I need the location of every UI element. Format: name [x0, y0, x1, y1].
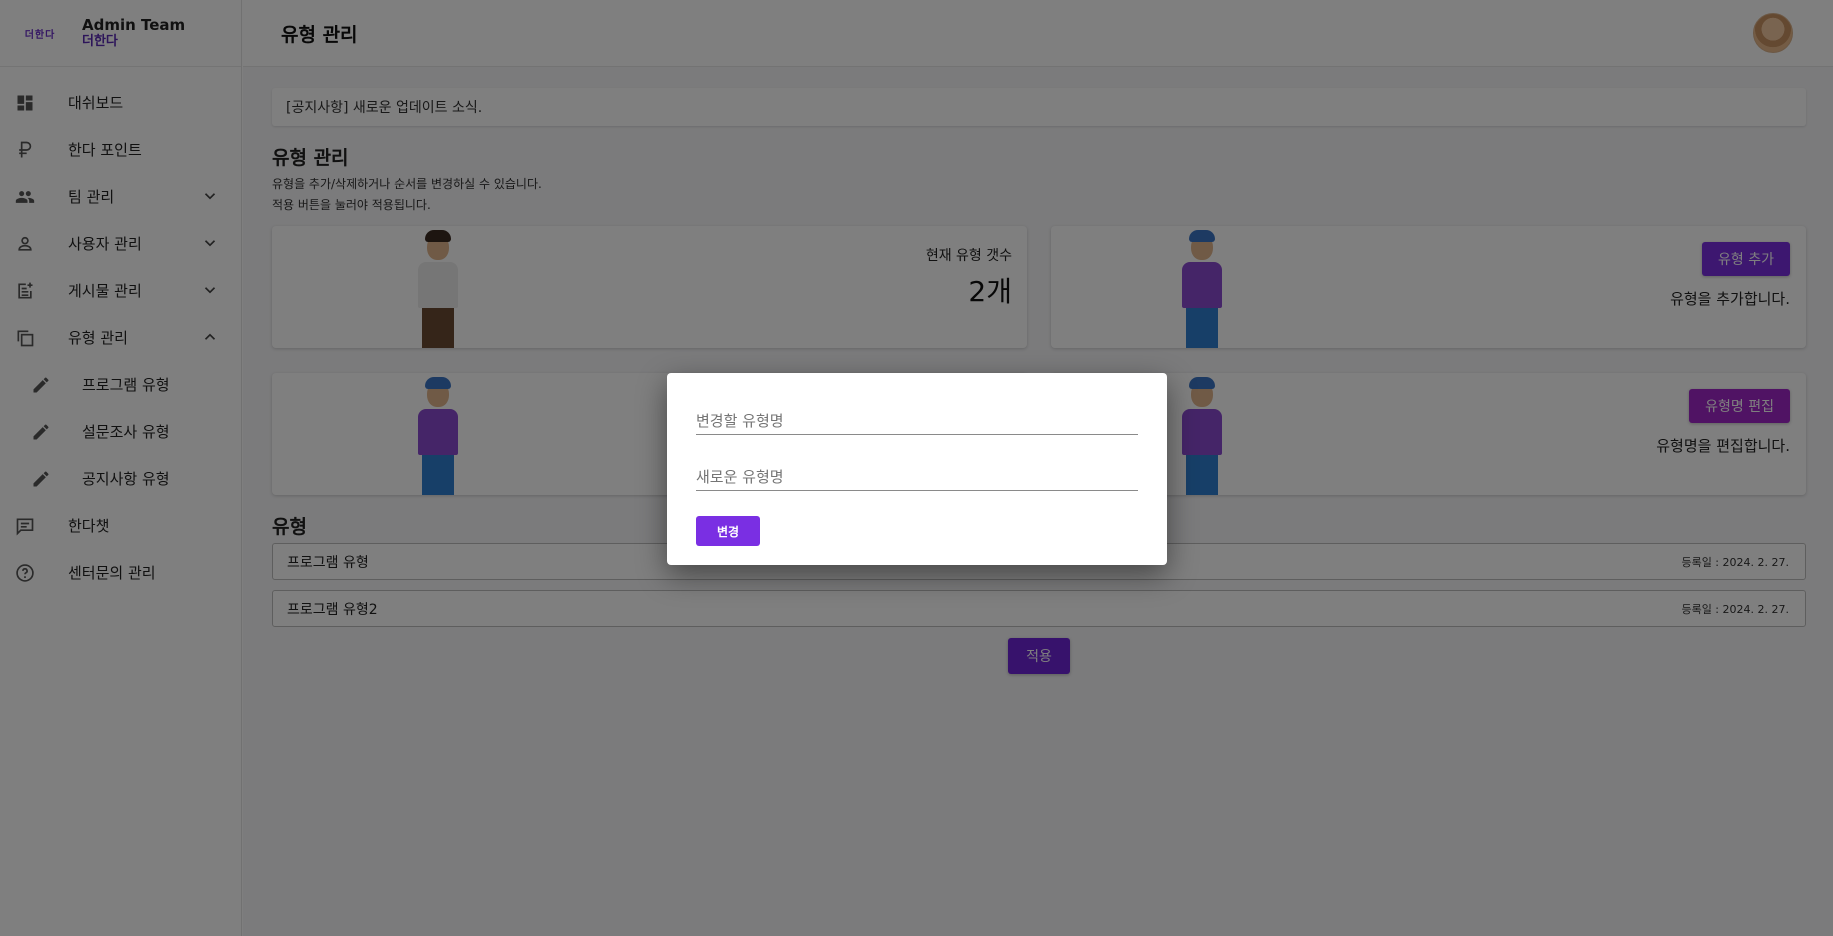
rename-type-dialog: 변경 — [667, 373, 1167, 565]
new-type-name-input[interactable] — [696, 457, 1138, 490]
new-type-name-field — [696, 457, 1138, 491]
old-type-name-field — [696, 401, 1138, 435]
old-type-name-input[interactable] — [696, 401, 1138, 434]
change-button[interactable]: 변경 — [696, 516, 760, 546]
